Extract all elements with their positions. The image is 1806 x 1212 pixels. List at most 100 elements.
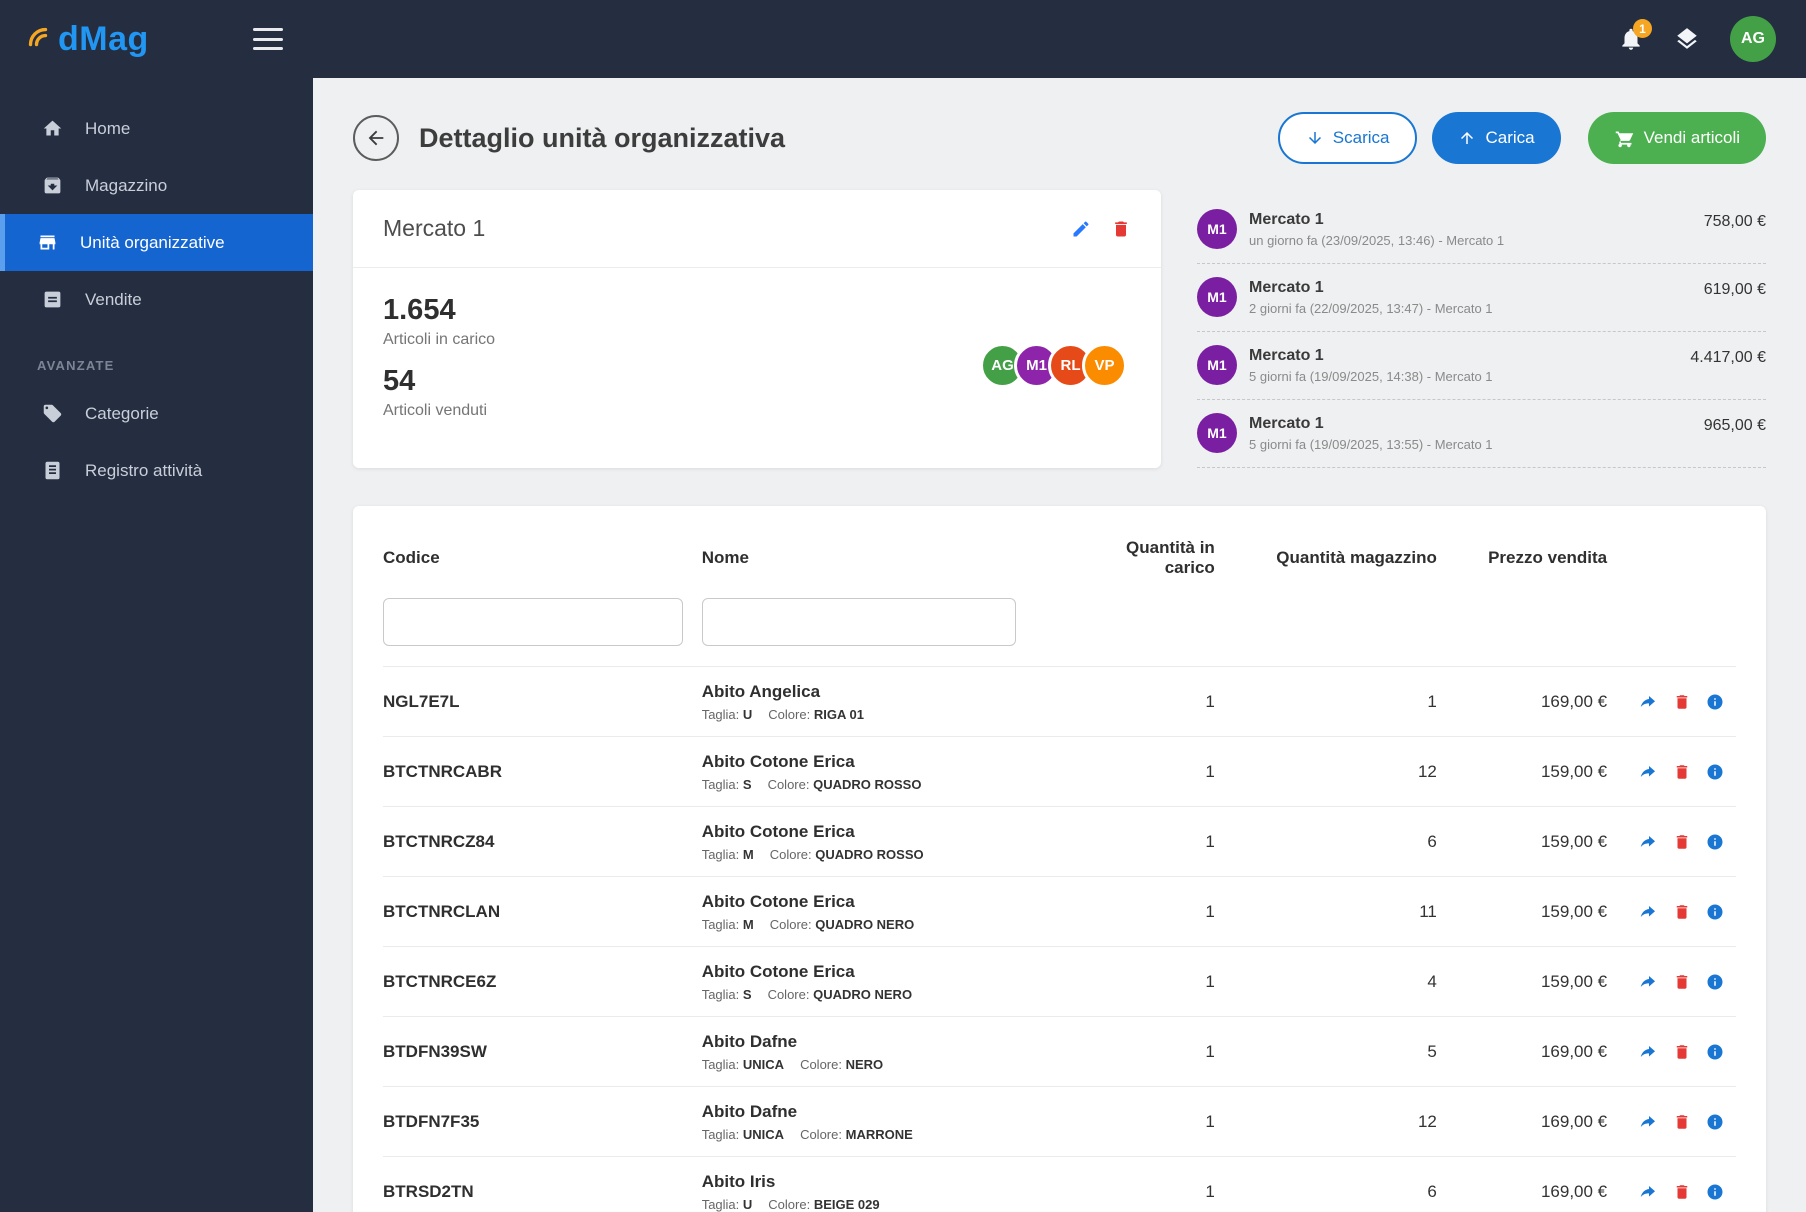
move-item-icon[interactable]	[1640, 693, 1658, 711]
notifications-button[interactable]: 1	[1618, 19, 1652, 52]
item-name: Abito Iris	[701, 1171, 776, 1191]
edit-icon[interactable]	[1071, 219, 1091, 239]
item-name: Abito Cotone Erica	[701, 751, 855, 771]
menu-toggle-icon[interactable]	[253, 28, 283, 50]
item-details: Taglia: M Colore: QUADRO ROSSO	[701, 846, 924, 862]
sidebar-item-unita-organizzative[interactable]: Unità organizzative	[0, 214, 313, 271]
carica-button[interactable]: Carica	[1432, 112, 1561, 164]
info-item-icon[interactable]	[1706, 1183, 1724, 1201]
move-item-icon[interactable]	[1640, 1113, 1658, 1131]
delete-item-icon[interactable]	[1673, 1113, 1691, 1131]
prezzo-value: 159,00 €	[1540, 831, 1608, 851]
sidebar-item-label: Categorie	[85, 403, 159, 423]
item-code: BTDFN7F35	[383, 1111, 480, 1131]
avatar[interactable]: VP	[1082, 342, 1127, 388]
info-item-icon[interactable]	[1706, 833, 1724, 851]
info-item-icon[interactable]	[1706, 1113, 1724, 1131]
vendi-articoli-button[interactable]: Vendi articoli	[1587, 112, 1766, 164]
avatar: M1	[1197, 345, 1237, 385]
item-details: Taglia: U Colore: RIGA 01	[701, 706, 864, 722]
scarica-button[interactable]: Scarica	[1277, 112, 1418, 164]
info-item-icon[interactable]	[1706, 763, 1724, 781]
app-shell: Home Magazzino Unità organizzative Vendi…	[0, 78, 1806, 1212]
move-item-icon[interactable]	[1640, 973, 1658, 991]
sale-title: Mercato 1	[1249, 346, 1324, 364]
info-item-icon[interactable]	[1706, 973, 1724, 991]
sale-title: Mercato 1	[1249, 210, 1324, 228]
delete-item-icon[interactable]	[1673, 1043, 1691, 1061]
move-item-icon[interactable]	[1640, 1183, 1658, 1201]
table-row[interactable]: BTDFN7F35 Abito Dafne Taglia: UNICA Color…	[383, 1086, 1736, 1156]
row-actions	[1607, 693, 1736, 711]
move-item-icon[interactable]	[1640, 1043, 1658, 1061]
info-item-icon[interactable]	[1706, 693, 1724, 711]
item-details: Taglia: S Colore: QUADRO ROSSO	[701, 776, 922, 792]
table-row[interactable]: NGL7E7L Abito Angelica Taglia: U Colore: …	[383, 666, 1736, 736]
layers-button[interactable]	[1674, 26, 1700, 52]
table-row[interactable]: BTCTNRCLAN Abito Cotone Erica Taglia: MC…	[383, 876, 1736, 946]
sale-list-item[interactable]: M1 Mercato 1 5 giorni fa (19/09/2025, 14…	[1197, 332, 1766, 400]
carica-label: Carica	[1485, 128, 1535, 147]
sale-info: Mercato 1 5 giorni fa (19/09/2025, 13:55…	[1249, 415, 1704, 452]
back-button[interactable]	[353, 115, 399, 161]
sidebar-item-vendite[interactable]: Vendite	[0, 271, 313, 328]
table-row[interactable]: BTRSD2TN Abito Iris Taglia: U Colore: BEI…	[383, 1156, 1736, 1212]
prezzo-value: 159,00 €	[1540, 761, 1608, 781]
topbar: dMag 1 AG	[0, 0, 1806, 78]
sale-list-item[interactable]: M1 Mercato 1 5 giorni fa (19/09/2025, 13…	[1197, 400, 1766, 468]
delete-item-icon[interactable]	[1673, 763, 1691, 781]
move-item-icon[interactable]	[1640, 833, 1658, 851]
item-name-cell: Abito Iris Taglia: U Colore: BEIGE 029	[702, 1172, 1076, 1212]
move-item-icon[interactable]	[1640, 903, 1658, 921]
sidebar-item-home[interactable]: Home	[0, 100, 313, 157]
app-logo[interactable]: dMag	[26, 20, 149, 59]
item-name-cell: Abito Angelica Taglia: U Colore: RIGA 01	[702, 682, 1076, 722]
table-row[interactable]: BTCTNRCZ84 Abito Cotone Erica Taglia: MC…	[383, 806, 1736, 876]
codice-filter-input[interactable]	[383, 598, 683, 646]
row-actions	[1607, 1043, 1736, 1061]
nome-filter-input[interactable]	[701, 598, 1016, 646]
sidebar-item-registro-attivita[interactable]: Registro attività	[0, 442, 313, 499]
sidebar: Home Magazzino Unità organizzative Vendi…	[0, 78, 313, 1212]
sidebar-item-magazzino[interactable]: Magazzino	[0, 157, 313, 214]
upload-arrow-icon	[1458, 129, 1476, 147]
item-name: Abito Cotone Erica	[701, 961, 855, 981]
item-code: NGL7E7L	[383, 691, 460, 711]
book-icon	[42, 460, 63, 481]
item-code: BTCTNRCZ84	[383, 831, 495, 851]
delete-item-icon[interactable]	[1673, 973, 1691, 991]
sale-list-item[interactable]: M1 Mercato 1 2 giorni fa (22/09/2025, 13…	[1197, 264, 1766, 332]
table-row[interactable]: BTDFN39SW Abito Dafne Taglia: UNICA Color…	[383, 1016, 1736, 1086]
vendi-label: Vendi articoli	[1643, 128, 1740, 147]
qta-magazzino-value: 4	[1427, 971, 1437, 991]
scarica-label: Scarica	[1332, 128, 1390, 147]
qta-magazzino-value: 6	[1427, 831, 1437, 851]
page-header: Dettaglio unità organizzativa Scarica Ca…	[353, 112, 1766, 164]
sidebar-section-label: AVANZATE	[37, 358, 115, 373]
prezzo-value: 159,00 €	[1540, 971, 1608, 991]
info-item-icon[interactable]	[1706, 1043, 1724, 1061]
table-row[interactable]: BTCTNRCABR Abito Cotone Erica Taglia: SC…	[383, 736, 1736, 806]
delete-item-icon[interactable]	[1673, 903, 1691, 921]
qta-magazzino-value: 1	[1427, 691, 1437, 711]
table-row[interactable]: BTCTNRCE6Z Abito Cotone Erica Taglia: SC…	[383, 946, 1736, 1016]
delete-icon[interactable]	[1111, 219, 1131, 239]
delete-item-icon[interactable]	[1673, 833, 1691, 851]
qta-carico-value: 1	[1205, 761, 1215, 781]
item-details: Taglia: UNICA Colore: MARRONE	[701, 1126, 913, 1142]
sidebar-item-categorie[interactable]: Categorie	[0, 385, 313, 442]
row-actions	[1607, 833, 1736, 851]
sale-amount: 619,00 €	[1703, 281, 1766, 298]
item-name: Abito Angelica	[701, 681, 821, 701]
sale-list-item[interactable]: M1 Mercato 1 un giorno fa (23/09/2025, 1…	[1197, 196, 1766, 264]
item-code: BTCTNRCE6Z	[383, 971, 497, 991]
item-details: Taglia: S Colore: QUADRO NERO	[701, 986, 913, 1002]
user-avatar[interactable]: AG	[1730, 16, 1776, 62]
delete-item-icon[interactable]	[1673, 693, 1691, 711]
page-title: Dettaglio unità organizzativa	[419, 122, 786, 153]
delete-item-icon[interactable]	[1673, 1183, 1691, 1201]
home-icon	[42, 118, 63, 139]
row-actions	[1607, 763, 1736, 781]
info-item-icon[interactable]	[1706, 903, 1724, 921]
move-item-icon[interactable]	[1640, 763, 1658, 781]
